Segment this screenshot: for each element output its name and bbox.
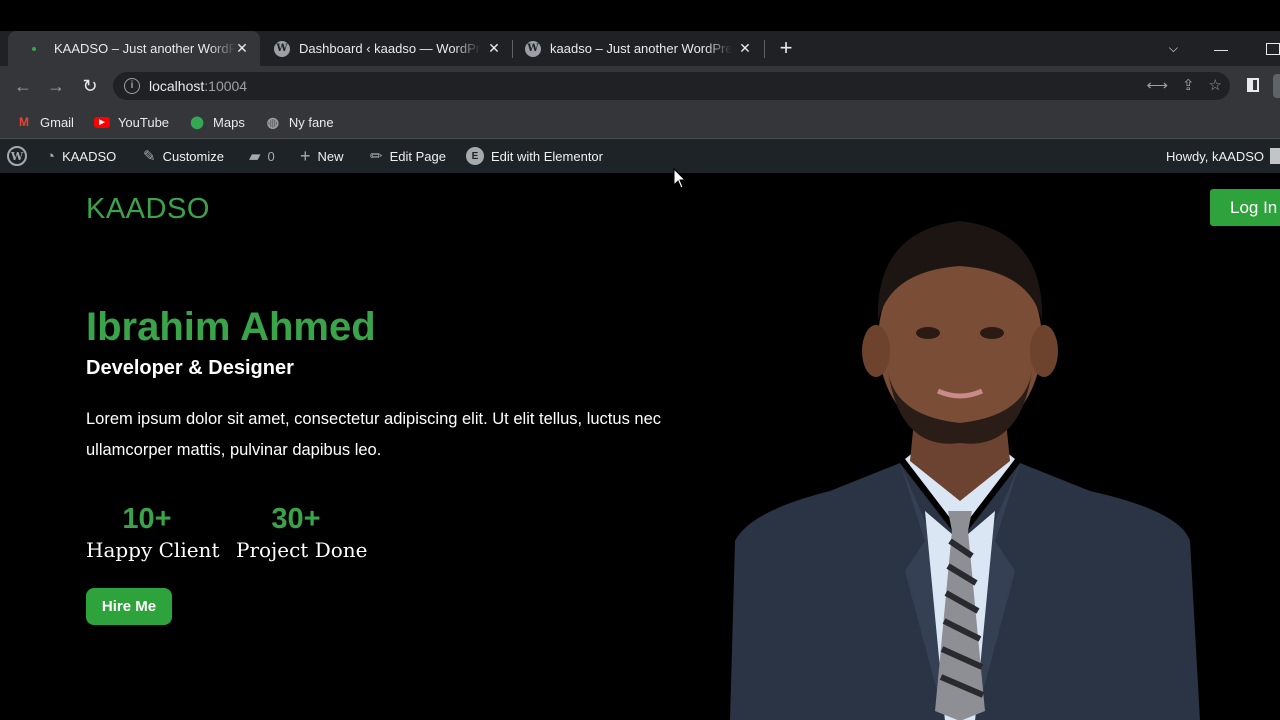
back-arrow-icon[interactable]: ← bbox=[12, 75, 34, 97]
site-nav: Home Services About Work Contact bbox=[0, 173, 1280, 191]
mouse-cursor-icon bbox=[673, 168, 687, 189]
nav-about[interactable]: About bbox=[112, 173, 154, 190]
bookmark-ny-fane[interactable]: ◍ Ny fane bbox=[265, 114, 334, 130]
eye-right bbox=[980, 327, 1004, 339]
tab-title: kaadso – Just another WordPress site bbox=[550, 41, 732, 56]
login-button[interactable]: Log In bbox=[1210, 189, 1280, 226]
comment-bubble-icon: ▰ bbox=[249, 148, 261, 165]
bookmark-youtube[interactable]: ▶ YouTube bbox=[93, 114, 170, 130]
maps-icon: ⬤ bbox=[190, 115, 204, 129]
nav-services[interactable]: Services bbox=[47, 173, 108, 190]
url-text[interactable]: localhost:10004 bbox=[149, 78, 247, 94]
omnibox-actions: ⟷ ⇪ ☆ bbox=[1146, 76, 1222, 94]
eye-left bbox=[916, 327, 940, 339]
paintbrush-icon: ✎ bbox=[143, 148, 156, 165]
hero-portrait-image bbox=[730, 221, 1200, 720]
star-icon[interactable]: ☆ bbox=[1209, 76, 1222, 94]
ear-right bbox=[1030, 325, 1058, 377]
admin-site-link[interactable]: ◔ KAADSO bbox=[46, 139, 116, 173]
tab-title: KAADSO – Just another WordPress site bbox=[54, 41, 236, 56]
bookmark-gmail[interactable]: M Gmail bbox=[16, 114, 74, 130]
translate-icon[interactable]: ⟷ bbox=[1146, 76, 1168, 94]
tab-search-chevron-icon[interactable]: ⌵ bbox=[1169, 41, 1178, 56]
browser-toolbar: ← → ↻ i localhost:10004 ⟷ ⇪ ☆ bbox=[0, 66, 1280, 106]
avatar bbox=[1270, 148, 1280, 164]
wordpress-icon: W bbox=[274, 40, 290, 57]
gmail-icon: M bbox=[19, 115, 29, 129]
admin-customize-link[interactable]: ✎ Customize bbox=[143, 139, 224, 173]
wordpress-icon: W bbox=[7, 146, 27, 166]
wordpress-icon: W bbox=[525, 40, 541, 57]
admin-new-label: New bbox=[317, 148, 344, 164]
admin-comments-count: 0 bbox=[267, 148, 275, 164]
hero-name: Ibrahim Ahmed bbox=[86, 305, 376, 349]
admin-howdy-text: Howdy, kAADSO bbox=[1165, 148, 1264, 164]
admin-site-name: KAADSO bbox=[62, 148, 117, 164]
admin-edit-page-link[interactable]: ✏ Edit Page bbox=[370, 139, 446, 173]
loading-dot-icon bbox=[26, 41, 42, 57]
admin-elementor-label: Edit with Elementor bbox=[491, 148, 603, 164]
bookmarks-bar: M Gmail ▶ YouTube ⬤ Maps ◍ Ny fane bbox=[0, 106, 1280, 139]
stat-value: 10+ bbox=[122, 503, 172, 535]
elementor-icon: E bbox=[466, 147, 484, 165]
bookmark-label: Gmail bbox=[40, 114, 74, 130]
dashboard-gauge-icon: ◔ bbox=[46, 147, 56, 165]
bookmark-label: YouTube bbox=[117, 114, 170, 130]
url-host: localhost bbox=[149, 78, 205, 94]
browser-tab-site[interactable]: W kaadso – Just another WordPress site ✕ bbox=[513, 31, 763, 66]
youtube-icon: ▶ bbox=[93, 114, 110, 130]
browser-tab-bar: KAADSO – Just another WordPress site ✕ W… bbox=[0, 31, 1280, 66]
stat-value: 30+ bbox=[271, 503, 321, 535]
admin-customize-label: Customize bbox=[162, 148, 224, 164]
stat-label: Happy Client bbox=[86, 538, 220, 562]
bookmark-label: Maps bbox=[213, 114, 245, 130]
tab-title: Dashboard ‹ kaadso — WordPress bbox=[299, 41, 481, 56]
window-controls: ⌵ — bbox=[1169, 31, 1280, 66]
admin-comments-link[interactable]: ▰ 0 bbox=[249, 139, 275, 173]
site-logo[interactable]: KAADSO bbox=[86, 193, 210, 226]
tab-close-icon[interactable]: ✕ bbox=[486, 40, 502, 56]
info-icon[interactable]: i bbox=[124, 78, 140, 94]
stat-project-done: 30+ Project Done bbox=[236, 503, 368, 562]
tab-separator bbox=[764, 40, 765, 58]
tab-close-icon[interactable]: ✕ bbox=[234, 40, 250, 56]
side-panel-icon[interactable] bbox=[1247, 78, 1259, 92]
ear-left bbox=[862, 325, 890, 377]
tab-close-icon[interactable]: ✕ bbox=[737, 40, 753, 56]
admin-account-menu[interactable]: Howdy, kAADSO bbox=[1166, 139, 1280, 173]
bookmark-maps[interactable]: ⬤ Maps bbox=[189, 114, 245, 130]
plus-icon: + bbox=[300, 145, 311, 166]
admin-elementor-link[interactable]: E Edit with Elementor bbox=[466, 139, 603, 173]
reload-icon[interactable]: ↻ bbox=[79, 75, 101, 97]
url-port: :10004 bbox=[204, 78, 248, 94]
hero-bio: Lorem ipsum dolor sit amet, consectetur … bbox=[86, 410, 662, 459]
bookmark-label: Ny fane bbox=[288, 114, 334, 130]
wp-admin-bar: W ◔ KAADSO ✎ Customize ▰ 0 + New ✏ Edit … bbox=[0, 139, 1280, 173]
share-icon[interactable]: ⇪ bbox=[1182, 76, 1195, 94]
wp-logo-menu[interactable]: W bbox=[7, 139, 27, 173]
nav-contact[interactable]: Contact bbox=[200, 173, 255, 190]
website-viewport: KAADSO Home Services About Work Contact … bbox=[0, 173, 1280, 720]
browser-tab-active[interactable]: KAADSO – Just another WordPress site ✕ bbox=[8, 31, 260, 66]
nav-work[interactable]: Work bbox=[158, 173, 195, 190]
address-bar[interactable]: i localhost:10004 ⟷ ⇪ ☆ bbox=[113, 72, 1230, 100]
stat-happy-client: 10+ Happy Client bbox=[86, 503, 220, 562]
globe-icon: ◍ bbox=[266, 113, 279, 130]
maximize-icon[interactable] bbox=[1266, 42, 1280, 55]
minimize-icon[interactable]: — bbox=[1214, 41, 1228, 57]
hero-role: Developer & Designer bbox=[86, 357, 294, 379]
admin-new-link[interactable]: + New bbox=[300, 139, 344, 173]
screen-top-strip bbox=[0, 0, 1280, 31]
browser-tab-dashboard[interactable]: W Dashboard ‹ kaadso — WordPress ✕ bbox=[262, 31, 512, 66]
forward-arrow-icon[interactable]: → bbox=[45, 75, 67, 97]
admin-edit-page-label: Edit Page bbox=[389, 148, 446, 164]
stat-label: Project Done bbox=[236, 538, 368, 562]
new-tab-icon[interactable]: + bbox=[776, 37, 796, 59]
profile-avatar[interactable] bbox=[1273, 74, 1280, 98]
pencil-icon: ✏ bbox=[370, 148, 383, 165]
hire-me-button[interactable]: Hire Me bbox=[86, 588, 172, 625]
nav-home[interactable]: Home bbox=[0, 173, 43, 190]
